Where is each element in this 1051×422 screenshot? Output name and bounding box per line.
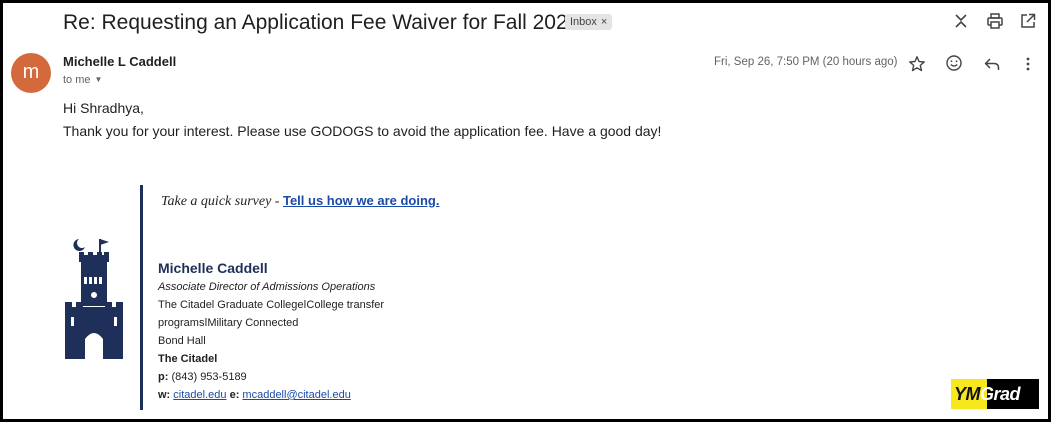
survey-line: Take a quick survey - Tell us how we are… [161, 193, 439, 210]
reply-icon[interactable] [983, 55, 1001, 73]
phone-label: p: [158, 371, 169, 383]
signature-building: Bond Hall [158, 335, 206, 347]
survey-lead: Take a quick survey [161, 194, 272, 209]
emoji-icon[interactable] [945, 54, 963, 72]
signature-name: Michelle Caddell [158, 260, 268, 276]
recipient-details[interactable]: to me ▼ [63, 74, 102, 86]
watermark-grad: Grad [980, 384, 1021, 404]
sender-avatar: m [11, 53, 51, 93]
signature-org: The Citadel [158, 353, 217, 365]
org-name: The Citadel [158, 353, 218, 365]
watermark-text: YMGrad [954, 384, 1021, 405]
signature-dept-line1: The Citadel Graduate CollegeǀCollege tra… [158, 299, 385, 311]
signature-dept-line2: programsǀMilitary Connected [158, 317, 299, 329]
email-greeting: Hi Shradhya, [63, 100, 144, 116]
email-view: Re: Requesting an Application Fee Waiver… [3, 3, 1048, 419]
watermark-ym: YM [954, 384, 981, 404]
phone-number: (843) 953-5189 [171, 371, 247, 383]
survey-link[interactable]: Tell us how we are doing. [283, 193, 440, 208]
web-label: w: [158, 389, 171, 401]
email-date: Fri, Sep 26, 7:50 PM (20 hours ago) [714, 56, 898, 68]
sender-name[interactable]: Michelle L Caddell [63, 54, 176, 69]
signature-divider [140, 185, 143, 410]
star-icon[interactable] [908, 55, 926, 73]
signature-phone: p: (843) 953-5189 [158, 371, 247, 383]
survey-dash: - [271, 194, 283, 209]
more-vert-icon[interactable] [1019, 55, 1037, 73]
chevron-down-icon[interactable]: ▼ [95, 75, 103, 84]
recipient-text: to me [63, 74, 91, 86]
ymgrad-watermark: YMGrad [951, 379, 1039, 409]
website-link[interactable]: citadel.edu [173, 389, 226, 401]
signature-contacts: w: citadel.edu e: mcaddell@citadel.edu [158, 389, 351, 401]
email-label: e: [229, 389, 240, 401]
signature-title: Associate Director of Admissions Operati… [158, 281, 376, 293]
email-message: Thank you for your interest. Please use … [63, 123, 662, 139]
inbox-label-chip[interactable]: Inbox × [565, 14, 613, 30]
label-text: Inbox [570, 16, 597, 28]
open-in-new-window-icon[interactable] [1019, 12, 1037, 30]
remove-label-icon[interactable]: × [601, 16, 607, 28]
citadel-tower-logo [65, 239, 123, 359]
email-subject: Re: Requesting an Application Fee Waiver… [63, 11, 580, 34]
email-link[interactable]: mcaddell@citadel.edu [242, 389, 350, 401]
collapse-icon[interactable] [952, 12, 970, 30]
print-icon[interactable] [986, 12, 1004, 30]
